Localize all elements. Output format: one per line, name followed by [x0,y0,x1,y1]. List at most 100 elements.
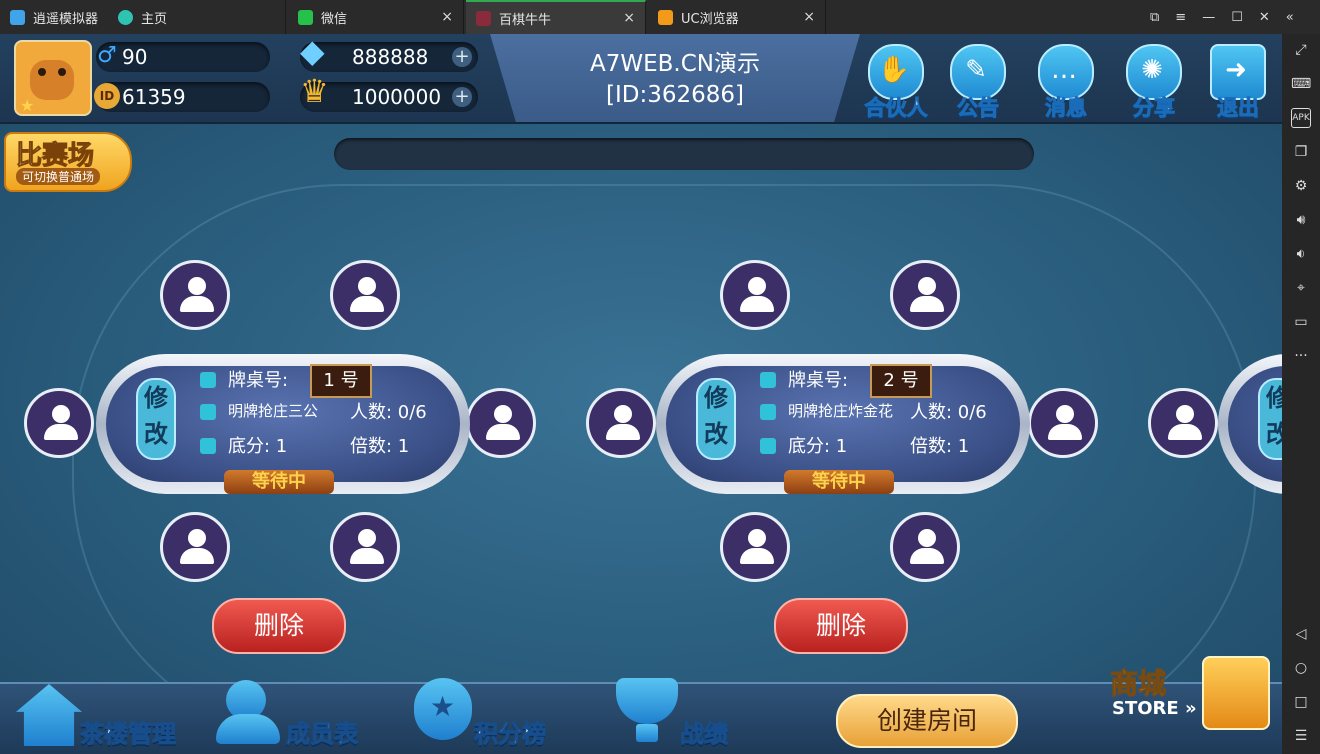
add-trophy-button[interactable]: + [452,87,472,107]
back-icon[interactable]: ◁ [1291,624,1311,644]
diamond-balance: ◆ 888888 + [300,35,478,72]
seat-avatar[interactable] [160,512,230,582]
browser-tab-bar: 逍遥模拟器 主页 微信 × 百棋牛牛 × UC浏览器 × ⧉ ≡ — ☐ ✕ « [0,0,1320,35]
table-number-value: 2 号 [870,364,932,398]
multi-window-icon[interactable]: ❐ [1291,142,1311,162]
gender-stat: ♂ 90 [96,42,270,72]
window-controls: ⧉ ≡ — ☐ ✕ « [1150,0,1294,34]
nav-records[interactable]: 战绩 [612,676,772,749]
settings-icon[interactable]: ⚙ [1291,176,1311,196]
folder-icon[interactable]: ▭ [1291,312,1311,332]
message-button[interactable]: … 消息 [1028,40,1104,121]
seat-avatar[interactable] [720,512,790,582]
base-score-icon [760,438,776,454]
nav-member-list[interactable]: 成员表 [212,680,372,752]
notice-marquee [334,138,1034,170]
nav-teahouse-management[interactable]: 茶楼管理 [10,680,190,752]
close-tab-icon[interactable]: × [623,10,635,26]
game-mode-icon [200,404,216,420]
status-badge: 等待中 [224,470,334,494]
game-mode: 明牌抢庄炸金花 [788,402,894,420]
tab-label: 主页 [141,11,168,27]
table-card-2[interactable]: 修改 牌桌号: 2 号 明牌抢庄炸金花 人数: 0/6 底分: 1 倍数: 1 … [656,354,1030,494]
seat-avatar[interactable] [720,260,790,330]
seat-avatar[interactable] [586,388,656,458]
close-window-icon[interactable]: ✕ [1259,10,1270,25]
seat-avatar[interactable] [330,512,400,582]
keyboard-icon[interactable]: ⌨ [1291,74,1311,94]
top-header: ★ ♂ 90 ID 61359 ◆ 888888 + ♛ 1000000 + A… [0,34,1282,124]
modify-table-button[interactable]: 修改 [696,378,736,460]
modify-table-button[interactable]: 修改 [136,378,176,460]
base-score: 底分: 1 [788,436,848,457]
volume-up-icon[interactable]: 🔊︎ [1291,210,1311,230]
apk-icon[interactable]: APK [1291,108,1311,128]
recent-apps-icon[interactable]: □ [1291,692,1311,712]
seat-avatar[interactable] [890,260,960,330]
tab-game[interactable]: 百棋牛牛 × [466,0,646,34]
diamond-value: 888888 [352,45,429,69]
game-tab-icon [476,10,491,26]
seat-avatar[interactable] [466,388,536,458]
match-subtitle: 可切换普通场 [16,168,101,185]
restore-icon[interactable]: ⧉ [1150,10,1159,25]
game-mode: 明牌抢庄三公 [228,402,319,420]
partner-button[interactable]: ✋ 合伙人 [858,40,934,121]
room-info-panel: A7WEB.CN演示 [ID:362686] [490,34,860,122]
multiplier: 倍数: 1 [910,436,970,457]
exit-button[interactable]: ➜ 退出 [1200,40,1276,121]
status-badge: 等待中 [784,470,894,494]
player-avatar[interactable]: ★ [14,40,92,116]
seat-avatar[interactable] [24,388,94,458]
collapse-sidebar-icon[interactable]: « [1286,10,1294,25]
table-card-3-partial[interactable]: 修改 [1218,354,1282,494]
location-icon[interactable]: ⌖ [1291,278,1311,298]
tab-emulator[interactable]: 逍遥模拟器 [0,0,106,34]
table-card-1[interactable]: 修改 牌桌号: 1 号 明牌抢庄三公 人数: 0/6 底分: 1 倍数: 1 等… [96,354,470,494]
table-number-icon [200,372,216,388]
nav-label: 茶楼管理 [80,720,177,749]
more-icon[interactable]: ··· [1291,346,1311,366]
diamond-icon: ◆ [300,34,325,70]
seat-avatar[interactable] [1028,388,1098,458]
store-subtitle: STORE » [1112,698,1197,719]
nav-label: 积分榜 [474,720,547,749]
fullscreen-icon[interactable]: ⤢ [1291,40,1311,60]
menu-icon[interactable]: ≡ [1175,10,1186,25]
announcement-button[interactable]: ✎ 公告 [940,40,1016,121]
home-icon[interactable]: ○ [1291,658,1311,678]
game-screen: ★ ♂ 90 ID 61359 ◆ 888888 + ♛ 1000000 + A… [0,34,1282,754]
player-id: ID 61359 [94,82,270,112]
volume-down-icon[interactable]: 🔉︎ [1291,244,1311,264]
seat-avatar[interactable] [1148,388,1218,458]
delete-table-button[interactable]: 删除 [212,598,346,654]
multiplier: 倍数: 1 [350,436,410,457]
maximize-icon[interactable]: ☐ [1231,10,1243,25]
modify-table-button[interactable]: 修改 [1258,378,1282,460]
seat-avatar[interactable] [330,260,400,330]
seat-avatar[interactable] [890,512,960,582]
store-button[interactable]: 商城 STORE » [1109,654,1280,754]
uc-browser-icon [658,9,673,25]
share-button[interactable]: ✺ 分享 [1116,40,1192,121]
nav-label: 战绩 [680,720,729,749]
minimize-icon[interactable]: — [1202,10,1215,25]
seat-avatar[interactable] [160,260,230,330]
base-score-icon [200,438,216,454]
tab-uc-browser[interactable]: UC浏览器 × [648,0,826,34]
exit-label: 退出 [1217,96,1260,121]
announcement-label: 公告 [957,96,1000,121]
close-tab-icon[interactable]: × [441,9,453,25]
delete-table-button[interactable]: 删除 [774,598,908,654]
game-mode-icon [760,404,776,420]
menu-icon[interactable]: ☰ [1291,726,1311,746]
table-number-icon [760,372,776,388]
match-mode-button[interactable]: 比赛场 可切换普通场 [4,132,132,192]
table-number-label: 牌桌号: [228,370,289,391]
create-room-button[interactable]: 创建房间 [836,694,1018,748]
tab-home[interactable]: 主页 [108,0,286,34]
tab-wechat[interactable]: 微信 × [288,0,464,34]
close-tab-icon[interactable]: × [803,9,815,25]
add-diamond-button[interactable]: + [452,47,472,67]
nav-leaderboard[interactable]: ★ 积分榜 [410,676,570,749]
